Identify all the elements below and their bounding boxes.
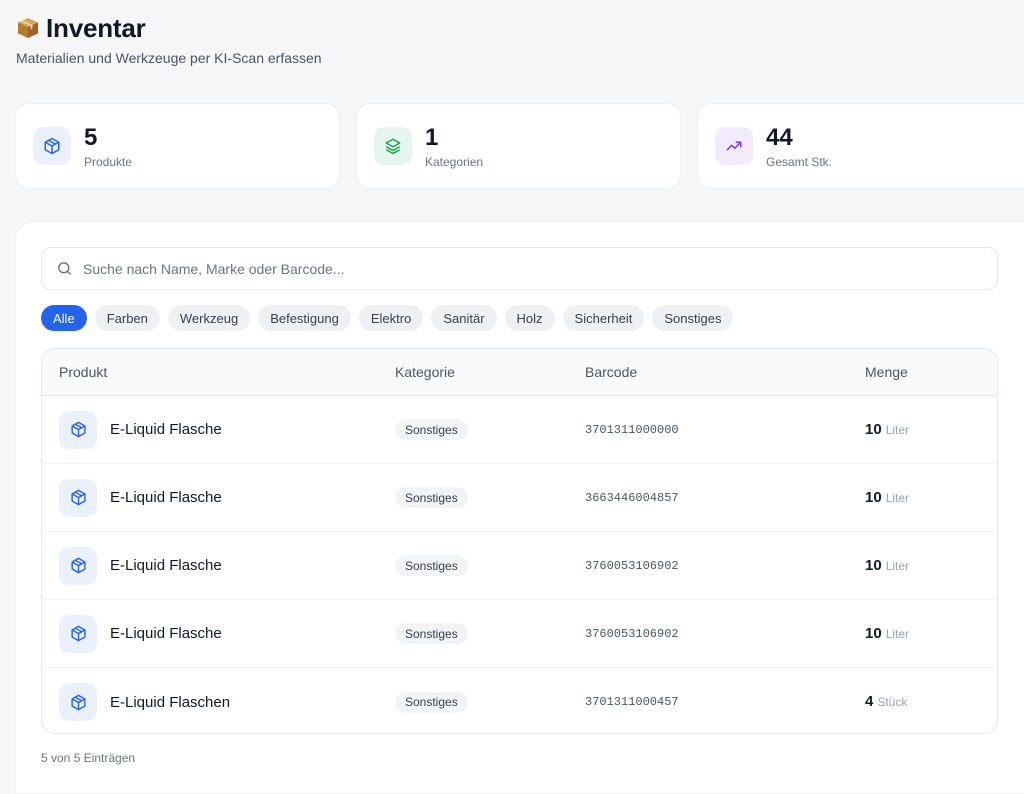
filter-chip-sonstiges[interactable]: Sonstiges [652, 305, 734, 331]
barcode-value: 3760053106902 [585, 626, 679, 641]
search-bar[interactable] [41, 247, 998, 290]
cube-icon [59, 683, 97, 721]
stat-value-total: 44 [766, 124, 793, 151]
product-name: E-Liquid Flasche [110, 421, 222, 438]
cube-icon [59, 478, 97, 517]
product-name: E-Liquid Flasche [110, 489, 222, 506]
search-icon [58, 262, 71, 275]
cube-icon [59, 614, 97, 653]
title-row: Inventar [16, 12, 322, 44]
barcode-value: 3663446004857 [585, 490, 679, 505]
quantity-value: 10 [865, 624, 882, 642]
column-header-category[interactable]: Kategorie [395, 364, 585, 380]
quantity-unit: Liter [885, 422, 910, 437]
category-badge: Sonstiges [395, 419, 468, 440]
filter-chip-sanitaer[interactable]: Sanitär [431, 305, 497, 331]
filter-chip-holz[interactable]: Holz [504, 305, 555, 331]
table-header: Produkt Kategorie Barcode Menge [42, 349, 997, 396]
category-badge: Sonstiges [395, 623, 468, 644]
stats-row: 5 Produkte 1 Kategorien 44 Gesamt Stk. [15, 103, 1024, 189]
filter-chip-befestigung[interactable]: Befestigung [258, 305, 351, 331]
page-subtitle: Materialien und Werkzeuge per KI-Scan er… [16, 50, 322, 66]
table-row[interactable]: E-Liquid Flasche Sonstiges 3701311000000… [42, 396, 997, 464]
inventory-card: Alle Farben Werkzeug Befestigung Elektro… [15, 221, 1024, 794]
column-header-barcode[interactable]: Barcode [585, 364, 865, 380]
page-title: Inventar [46, 12, 146, 43]
quantity-unit: Liter [885, 558, 910, 573]
product-name: E-Liquid Flaschen [110, 693, 231, 711]
filter-chip-elektro[interactable]: Elektro [358, 305, 424, 331]
column-header-product[interactable]: Produkt [42, 364, 395, 380]
filter-chip-farben[interactable]: Farben [94, 305, 160, 331]
quantity-value: 10 [865, 556, 882, 574]
cube-icon [59, 410, 97, 449]
stat-label-categories: Kategorien [425, 155, 484, 169]
stat-value-categories: 1 [425, 124, 439, 151]
stat-card-categories: 1 Kategorien [356, 103, 681, 189]
filter-chip-alle[interactable]: Alle [41, 305, 87, 331]
filter-chip-sicherheit[interactable]: Sicherheit [562, 305, 645, 331]
quantity-unit: Liter [885, 490, 910, 505]
quantity-value: 4 [865, 693, 874, 710]
cube-icon [59, 546, 97, 585]
category-badge: Sonstiges [395, 555, 468, 576]
filter-chip-werkzeug[interactable]: Werkzeug [167, 305, 251, 331]
inventory-table: Produkt Kategorie Barcode Menge E-Liquid… [41, 348, 998, 734]
product-name: E-Liquid Flasche [110, 625, 222, 642]
barcode-value: 3701311000000 [585, 422, 679, 437]
table-row[interactable]: E-Liquid Flasche Sonstiges 3663446004857… [42, 464, 997, 532]
stat-label-products: Produkte [84, 155, 133, 169]
product-name: E-Liquid Flasche [110, 557, 222, 574]
category-badge: Sonstiges [395, 487, 468, 508]
quantity-value: 10 [865, 420, 882, 438]
trending-up-icon [715, 127, 753, 165]
barcode-value: 3760053106902 [585, 558, 679, 573]
barcode-value: 3701311000457 [585, 695, 679, 709]
search-input[interactable] [83, 260, 997, 277]
layers-icon [374, 127, 412, 165]
category-filters: Alle Farben Werkzeug Befestigung Elektro… [41, 305, 734, 331]
cube-icon [33, 127, 71, 165]
quantity-unit: Liter [885, 626, 910, 641]
inventory-page: Inventar Materialien und Werkzeuge per K… [0, 0, 1024, 794]
table-row[interactable]: E-Liquid Flasche Sonstiges 3760053106902… [42, 600, 997, 668]
stat-card-total: 44 Gesamt Stk. [697, 103, 1024, 189]
stat-value-products: 5 [84, 124, 98, 151]
table-row[interactable]: E-Liquid Flasche Sonstiges 3760053106902… [42, 532, 997, 600]
package-emoji-icon [18, 18, 38, 38]
table-row[interactable]: E-Liquid Flaschen Sonstiges 370131100045… [42, 668, 997, 733]
category-badge: Sonstiges [395, 691, 468, 713]
quantity-value: 10 [865, 488, 882, 506]
entry-count: 5 von 5 Einträgen [41, 751, 136, 765]
column-header-quantity[interactable]: Menge [865, 364, 997, 380]
stat-card-products: 5 Produkte [15, 103, 340, 189]
stat-label-total: Gesamt Stk. [766, 155, 833, 169]
page-header: Inventar Materialien und Werkzeuge per K… [16, 12, 322, 67]
quantity-unit: Stück [877, 695, 908, 709]
